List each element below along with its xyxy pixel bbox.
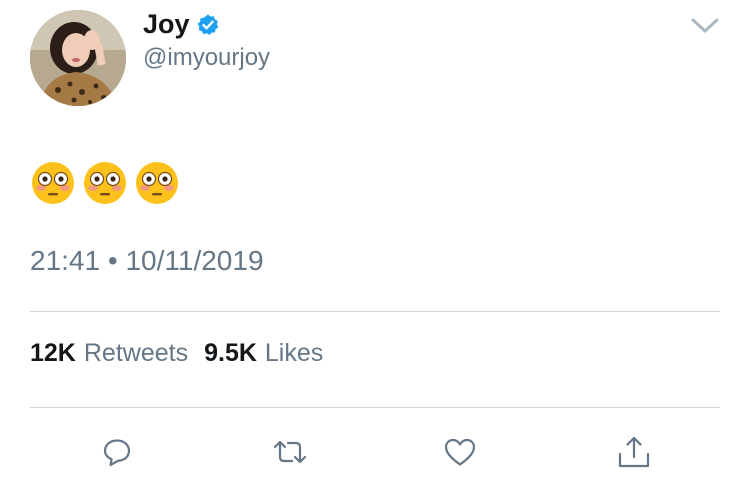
chevron-down-icon bbox=[691, 18, 719, 33]
reply-button[interactable] bbox=[97, 432, 137, 472]
timestamp-separator: • bbox=[107, 245, 118, 276]
retweets-count: 12K bbox=[30, 339, 76, 367]
divider bbox=[30, 407, 720, 408]
retweet-icon bbox=[273, 440, 307, 464]
like-button[interactable] bbox=[440, 432, 480, 472]
verified-badge-icon bbox=[196, 13, 220, 37]
tweet-stats: 12K Retweets 9.5K Likes bbox=[30, 337, 323, 369]
tweet-action-bar bbox=[0, 432, 750, 472]
author-handle[interactable]: @imyourjoy bbox=[143, 44, 270, 72]
author-name-row[interactable]: Joy bbox=[143, 8, 220, 40]
likes-count: 9.5K bbox=[204, 339, 257, 367]
tweet-menu-button[interactable] bbox=[688, 14, 722, 38]
share-button[interactable] bbox=[614, 432, 654, 472]
retweets-stat[interactable]: 12K Retweets bbox=[30, 337, 188, 369]
share-icon bbox=[618, 436, 650, 468]
retweet-button[interactable] bbox=[270, 432, 310, 472]
author-display-name[interactable]: Joy bbox=[143, 8, 190, 40]
likes-label: Likes bbox=[264, 339, 324, 367]
tweet-date: 10/11/2019 bbox=[125, 245, 264, 276]
avatar[interactable] bbox=[30, 10, 126, 106]
tweet-text bbox=[30, 160, 180, 206]
flushed-face-emoji bbox=[136, 162, 178, 204]
likes-stat[interactable]: 9.5K Likes bbox=[204, 337, 323, 369]
flushed-face-emoji bbox=[32, 162, 74, 204]
heart-icon bbox=[444, 438, 476, 466]
flushed-face-emoji bbox=[84, 162, 126, 204]
tweet-timestamp[interactable]: 21:41 • 10/11/2019 bbox=[30, 244, 264, 278]
avatar-photo bbox=[30, 10, 126, 106]
reply-icon bbox=[103, 439, 131, 467]
tweet-time: 21:41 bbox=[30, 245, 101, 276]
divider bbox=[30, 311, 720, 312]
retweets-label: Retweets bbox=[83, 339, 189, 367]
